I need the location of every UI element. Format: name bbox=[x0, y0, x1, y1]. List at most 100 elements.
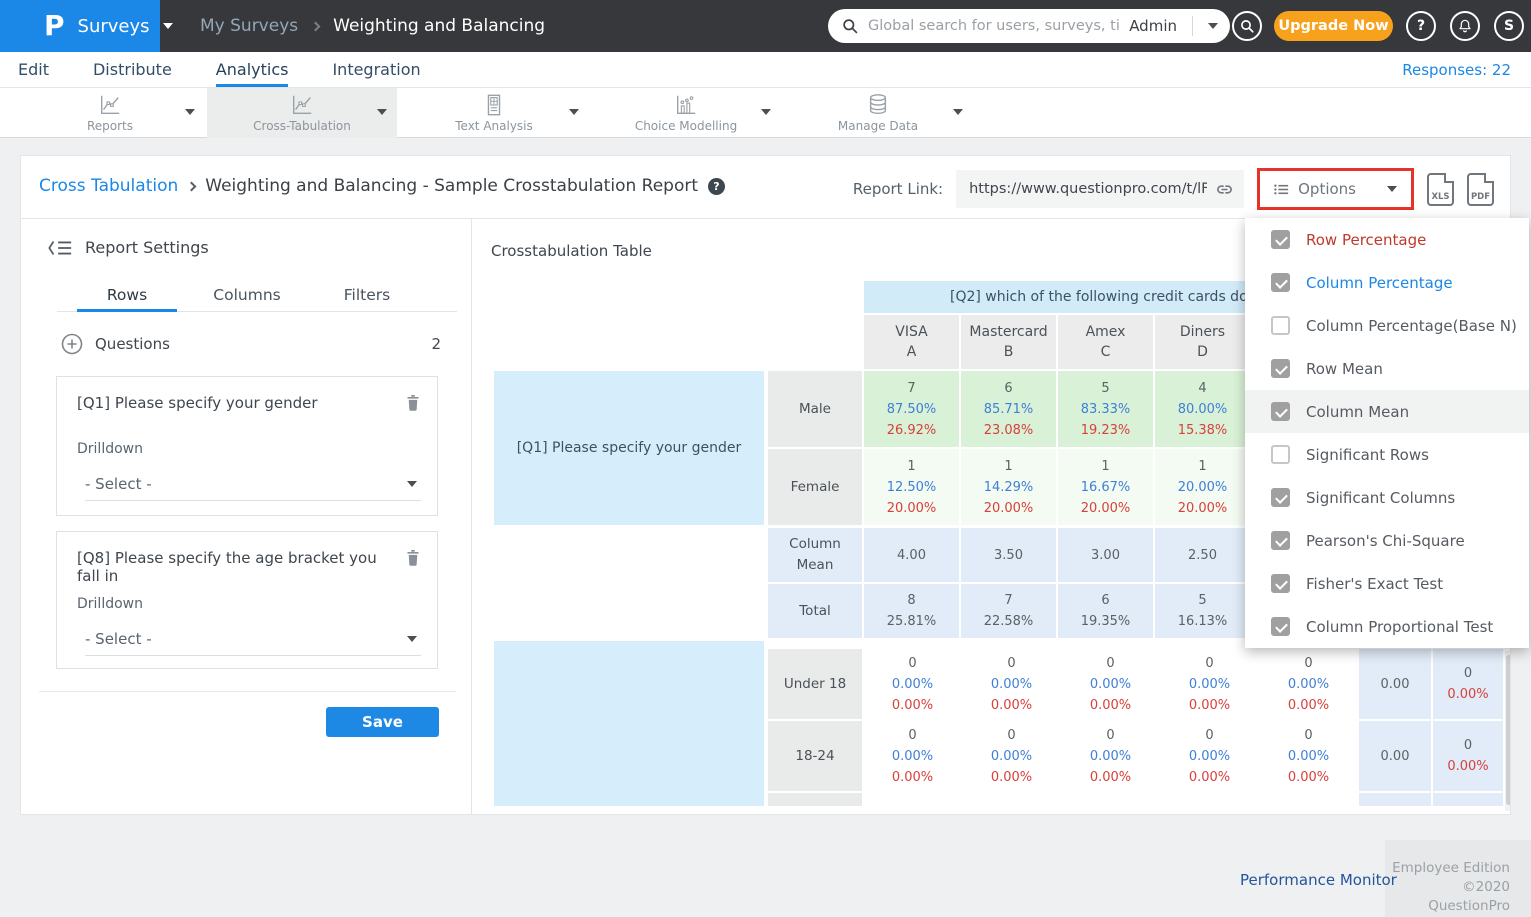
global-search[interactable]: Admin bbox=[828, 9, 1230, 43]
performance-monitor-link[interactable]: Performance Monitor bbox=[1240, 871, 1397, 889]
save-button[interactable]: Save bbox=[326, 707, 439, 737]
tab-edit[interactable]: Edit bbox=[18, 52, 49, 87]
checkbox[interactable] bbox=[1271, 230, 1290, 249]
table-data-cell: 1 12.50% 20.00% bbox=[864, 449, 959, 525]
chevron-down-icon bbox=[1387, 186, 1397, 192]
tab-distribute[interactable]: Distribute bbox=[93, 52, 172, 87]
scope-chevron-down-icon[interactable] bbox=[1208, 23, 1218, 29]
trash-icon[interactable] bbox=[405, 548, 421, 567]
link-icon[interactable] bbox=[1215, 180, 1234, 199]
table-data-cell: 1 16.67% 20.00% bbox=[1058, 449, 1153, 525]
help-badge-icon[interactable]: ? bbox=[708, 178, 725, 195]
table-data-cell: 7 87.50% 26.92% bbox=[864, 371, 959, 447]
drilldown-label: Drilldown bbox=[77, 441, 143, 457]
chevron-down-icon[interactable] bbox=[569, 109, 579, 115]
options-menu-item[interactable]: Row Percentage bbox=[1245, 218, 1529, 261]
tab-rows[interactable]: Rows bbox=[77, 286, 177, 304]
collapse-panel-icon[interactable] bbox=[47, 239, 73, 257]
options-menu-item[interactable]: Column Proportional Test bbox=[1245, 605, 1529, 648]
table-data-cell: 0 0.00% 0.00% bbox=[1260, 721, 1357, 791]
checkbox[interactable] bbox=[1271, 359, 1290, 378]
chevron-down-icon[interactable] bbox=[377, 109, 387, 115]
report-actions: Report Link: https://www.questionpro.com… bbox=[853, 168, 1494, 210]
report-url[interactable]: https://www.questionpro.com/t/lFFCZg bbox=[969, 181, 1207, 197]
checkbox[interactable] bbox=[1271, 617, 1290, 636]
options-menu-item[interactable]: Column Mean bbox=[1245, 390, 1529, 433]
table-data-cell: 4 80.00% 15.38% bbox=[1155, 371, 1250, 447]
divider bbox=[471, 218, 472, 814]
options-menu-item[interactable]: Significant Rows bbox=[1245, 433, 1529, 476]
card-name: Mastercard bbox=[969, 322, 1047, 342]
table-data-cell: 7 22.58% bbox=[961, 584, 1056, 638]
search-scope-label[interactable]: Admin bbox=[1129, 17, 1177, 35]
row-cells: 4.00 3.50 3.00 2.50 bbox=[864, 528, 1250, 582]
export-pdf-button[interactable]: PDF bbox=[1467, 173, 1494, 206]
checkbox[interactable] bbox=[1271, 445, 1290, 464]
table-row-partial bbox=[768, 793, 1503, 806]
tab-filters[interactable]: Filters bbox=[317, 286, 417, 304]
table-data-cell: 1 20.00% 20.00% bbox=[1155, 449, 1250, 525]
report-link-box[interactable]: https://www.questionpro.com/t/lFFCZg bbox=[956, 170, 1244, 208]
checkbox[interactable] bbox=[1271, 488, 1290, 507]
column-header-cell: VISA A bbox=[864, 315, 959, 369]
toolbar-item-text-analysis[interactable]: Text Analysis bbox=[399, 88, 589, 138]
cross-tabulation-link[interactable]: Cross Tabulation bbox=[39, 176, 178, 196]
responses-count[interactable]: Responses: 22 bbox=[1402, 52, 1511, 88]
table-scrollbar[interactable] bbox=[1505, 651, 1511, 811]
tab-analytics[interactable]: Analytics bbox=[216, 52, 289, 87]
user-avatar[interactable]: S bbox=[1494, 11, 1524, 41]
drilldown-select[interactable]: - Select - bbox=[85, 471, 421, 501]
toolbar-item-choice-modelling[interactable]: Choice Modelling bbox=[591, 88, 781, 138]
upgrade-now-button[interactable]: Upgrade Now bbox=[1274, 11, 1393, 41]
document-icon bbox=[482, 93, 506, 117]
checkbox[interactable] bbox=[1271, 273, 1290, 292]
edition-label: Employee Edition bbox=[1385, 859, 1510, 878]
toolbar-item-reports[interactable]: Reports bbox=[15, 88, 205, 138]
table-row-male: Male 7 87.50% 26.92% 6 85.71% 23.08% 5 8… bbox=[768, 371, 1250, 447]
row-mean-cell: 0.00 bbox=[1359, 721, 1431, 791]
options-menu-item[interactable]: Fisher's Exact Test bbox=[1245, 562, 1529, 605]
top-bar: P Surveys My Surveys Weighting and Balan… bbox=[0, 0, 1531, 52]
export-xls-button[interactable]: XLS bbox=[1427, 173, 1454, 206]
product-switcher[interactable]: P Surveys bbox=[0, 0, 160, 52]
checkbox[interactable] bbox=[1271, 531, 1290, 550]
scrollbar-thumb[interactable] bbox=[1506, 655, 1511, 805]
xls-icon-label: XLS bbox=[1429, 192, 1452, 202]
search-input[interactable] bbox=[868, 18, 1120, 34]
help-button[interactable]: ? bbox=[1406, 11, 1436, 41]
trash-icon[interactable] bbox=[405, 393, 421, 412]
options-button[interactable]: Options bbox=[1257, 168, 1414, 210]
product-name: Surveys bbox=[78, 16, 150, 37]
options-menu-item[interactable]: Significant Columns bbox=[1245, 476, 1529, 519]
options-menu-item[interactable]: Column Percentage bbox=[1245, 261, 1529, 304]
toolbar-item-manage-data[interactable]: Manage Data bbox=[783, 88, 973, 138]
checkbox[interactable] bbox=[1271, 574, 1290, 593]
notifications-button[interactable] bbox=[1450, 11, 1480, 41]
list-icon bbox=[1274, 183, 1289, 196]
table-data-cell: 5 83.33% 19.23% bbox=[1058, 371, 1153, 447]
line-chart-icon bbox=[98, 93, 122, 117]
row-group-q8-label bbox=[494, 641, 764, 806]
chevron-down-icon[interactable] bbox=[953, 109, 963, 115]
tab-integration[interactable]: Integration bbox=[332, 52, 420, 87]
chevron-down-icon[interactable] bbox=[185, 109, 195, 115]
tab-columns[interactable]: Columns bbox=[197, 286, 297, 304]
table-data-cell: 0 0.00% 0.00% bbox=[1062, 721, 1159, 791]
breadcrumb-my-surveys[interactable]: My Surveys bbox=[200, 16, 298, 36]
toolbar-item-cross-tabulation[interactable]: Cross-Tabulation bbox=[207, 88, 397, 138]
table-row-total: Total 8 25.81% 7 22.58% 6 19.35% bbox=[768, 584, 1250, 638]
checkbox[interactable] bbox=[1271, 316, 1290, 335]
options-menu-item[interactable]: Row Mean bbox=[1245, 347, 1529, 390]
checkbox[interactable] bbox=[1271, 402, 1290, 421]
options-menu-item[interactable]: Column Percentage(Base N) bbox=[1245, 304, 1529, 347]
search-submit-button[interactable] bbox=[1232, 11, 1262, 41]
options-label: Options bbox=[1298, 180, 1356, 198]
add-question-icon[interactable] bbox=[61, 333, 83, 355]
options-menu-item[interactable]: Pearson's Chi-Square bbox=[1245, 519, 1529, 562]
survey-nav-bar: Edit Distribute Analytics Integration Re… bbox=[0, 52, 1531, 88]
chevron-down-icon bbox=[407, 481, 417, 487]
column-header-row: VISA A Mastercard B Amex C Diners D bbox=[768, 315, 1250, 369]
table-data-cell: 0 0.00% 0.00% bbox=[1161, 721, 1258, 791]
drilldown-select[interactable]: - Select - bbox=[85, 626, 421, 656]
chevron-down-icon[interactable] bbox=[761, 109, 771, 115]
